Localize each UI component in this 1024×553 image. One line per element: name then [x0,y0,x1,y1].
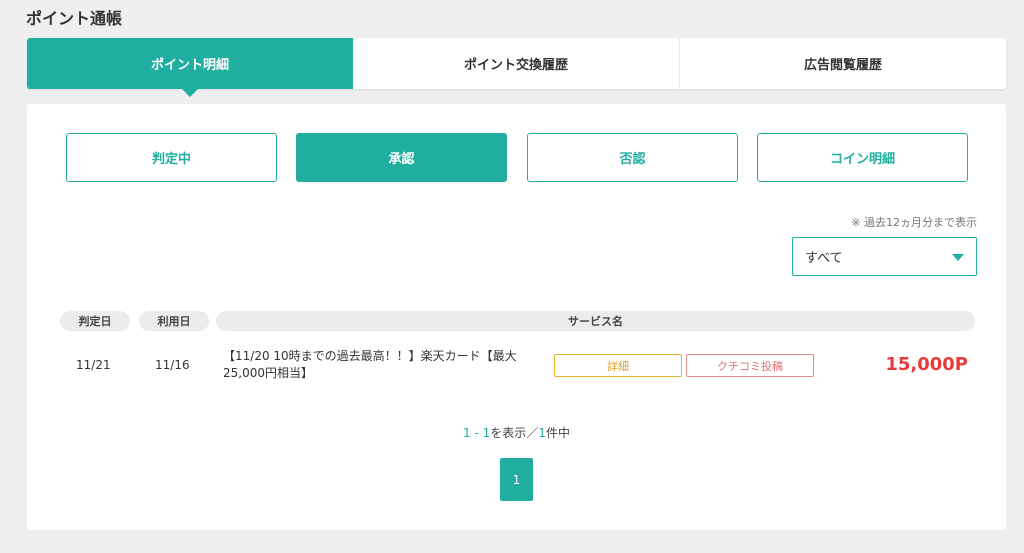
top-tabs: ポイント明細 ポイント交換履歴 広告閲覧履歴 [27,38,1006,97]
row-used-date: 11/16 [155,358,190,372]
page-1-button[interactable]: 1 [500,458,533,501]
filter-rejected-button[interactable]: 否認 [527,133,738,182]
main-panel: 判定中 承認 否認 コイン明細 ※ 過去12ヵ月分まで表示 すべて 判定日 利用… [27,104,1006,530]
header-service-name: サービス名 [216,311,975,331]
result-total-suffix: 件中 [545,426,570,440]
filter-approved-button[interactable]: 承認 [296,133,507,182]
filter-coin-details-button[interactable]: コイン明細 [757,133,968,182]
period-note: ※ 過去12ヵ月分まで表示 [851,216,977,229]
result-count: 1 - 1を表示／1件中 [27,424,1006,441]
filter-pending-button[interactable]: 判定中 [66,133,277,182]
select-value: すべて [805,251,843,266]
row-judged-date: 11/21 [76,358,111,372]
tab-ad-view-history[interactable]: 広告閲覧履歴 [680,38,1006,89]
page-title: ポイント通帳 [26,9,123,28]
result-total: 1 [538,426,546,440]
header-judged-date: 判定日 [60,311,130,331]
header-used-date: 利用日 [139,311,209,331]
caret-down-icon [952,254,964,261]
review-post-button[interactable]: クチコミ投稿 [686,354,814,377]
detail-button[interactable]: 詳細 [554,354,682,377]
category-select[interactable]: すべて [792,237,977,276]
tab-point-exchange-history[interactable]: ポイント交換履歴 [353,38,680,89]
points-amount: 15,000P [885,354,968,375]
row-service-name[interactable]: 【11/20 10時までの過去最高！！】楽天カード【最大25,000円相当】 [223,348,543,382]
result-range: 1 - 1 [463,426,491,440]
result-range-suffix: を表示／ [490,426,539,440]
tab-point-details[interactable]: ポイント明細 [27,38,353,97]
